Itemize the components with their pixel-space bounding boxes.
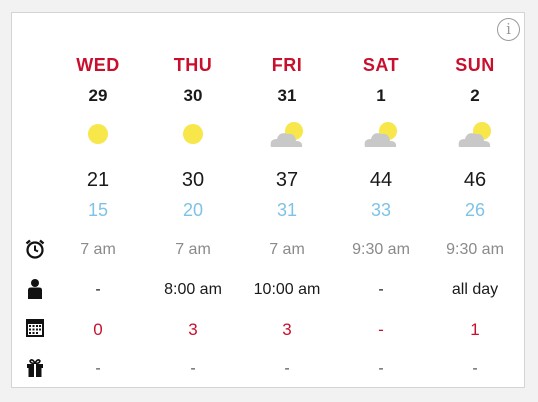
high-temp: 37 [275,169,299,191]
high-temp: 30 [181,169,205,191]
low-temp: 31 [276,200,298,220]
day-column-thu: THU 30 30 20 7 am 8:00 am 3 - [148,13,238,389]
calendar-count: 0 [93,320,103,339]
person-time: 10:00 am [253,281,321,298]
alarm-time: 7 am [80,241,116,258]
partly-cloudy-icon [270,122,303,147]
partly-cloudy-icon [458,122,491,147]
forecast-card: i WED 29 21 15 7 am - 0 - THU 30 30 20 7… [11,12,525,388]
gift-value: - [472,360,478,377]
person-time: - [378,281,384,298]
high-temp: 46 [463,169,487,191]
gift-icon [27,359,43,377]
day-name: SAT [362,55,400,75]
day-name: FRI [271,55,303,75]
low-temp: 26 [464,200,486,220]
gift-value: - [284,360,290,377]
day-name: WED [76,55,120,75]
gift-value: - [95,360,101,377]
sun-icon [88,124,108,144]
person-icon [28,279,42,299]
alarm-time: 7 am [175,241,211,258]
day-column-fri: FRI 31 37 31 7 am 10:00 am 3 - [242,13,332,389]
gift-value: - [190,360,196,377]
calendar-icon [26,319,44,337]
gift-value: - [378,360,384,377]
day-column-sat: SAT 1 44 33 9:30 am - - - [336,13,426,389]
day-date: 2 [470,86,480,105]
person-time: 8:00 am [164,281,222,298]
partly-cloudy-icon [364,122,397,147]
day-name: THU [173,55,213,75]
calendar-count: - [378,320,384,339]
day-date: 29 [88,86,108,105]
alarm-time: 9:30 am [446,241,504,258]
alarm-clock-icon [25,239,45,259]
high-temp: 21 [86,169,110,191]
calendar-count: 3 [282,320,292,339]
sun-icon [183,124,203,144]
high-temp: 44 [369,169,393,191]
person-time: all day [451,281,499,298]
low-temp: 20 [182,200,204,220]
day-date: 31 [277,86,297,105]
day-name: SUN [455,55,495,75]
day-date: 30 [183,86,203,105]
calendar-count: 1 [470,320,480,339]
day-column-sun: SUN 2 46 26 9:30 am all day 1 - [430,13,520,389]
person-time: - [95,281,101,298]
alarm-time: 9:30 am [352,241,410,258]
calendar-count: 3 [188,320,198,339]
alarm-time: 7 am [269,241,305,258]
day-column-wed: WED 29 21 15 7 am - 0 - [53,13,143,389]
low-temp: 15 [87,200,109,220]
low-temp: 33 [370,200,392,220]
day-date: 1 [376,86,386,105]
